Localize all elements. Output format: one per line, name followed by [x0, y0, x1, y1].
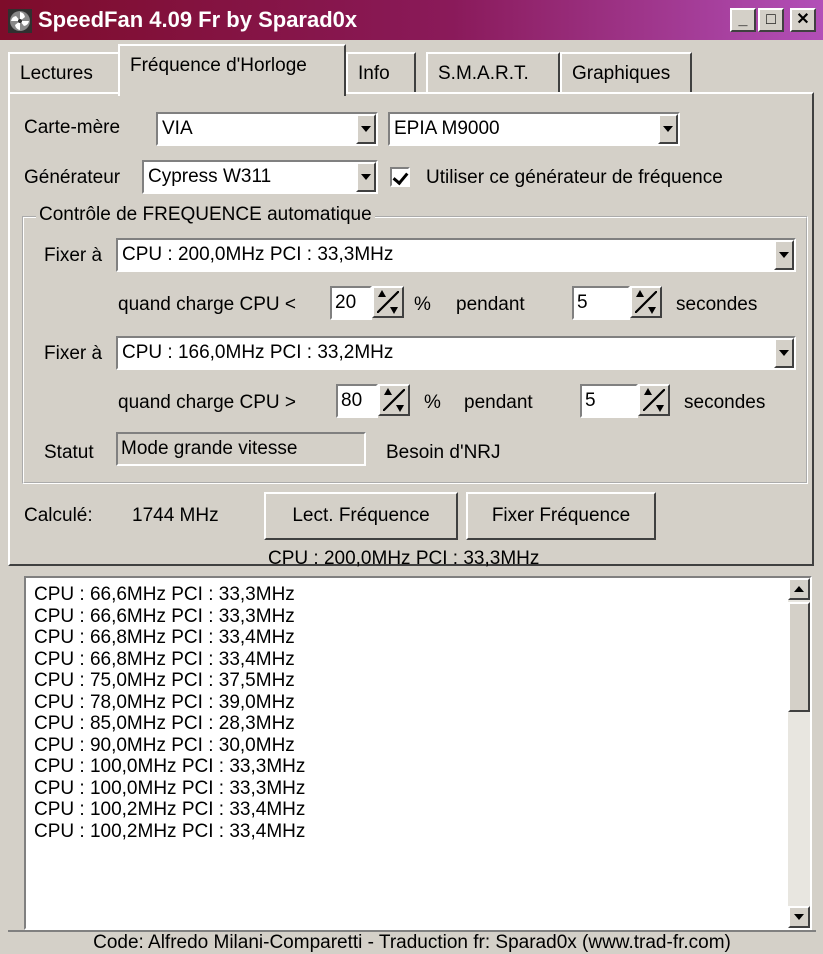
use-generator-checkbox[interactable] — [390, 167, 410, 187]
current-frequency: CPU : 200,0MHz PCI : 33,3MHz — [268, 548, 540, 569]
list-item[interactable]: CPU : 66,8MHz PCI : 33,4MHz — [34, 649, 784, 671]
chevron-down-icon[interactable] — [356, 162, 376, 192]
generator-value: Cypress W311 — [148, 166, 272, 187]
rule1-unit: secondes — [676, 294, 758, 315]
rule2-duration-value: 5 — [585, 390, 596, 411]
arrow-up-icon — [794, 586, 804, 592]
title-bar[interactable]: SpeedFan 4.09 Fr by Sparad0x _ □ ✕ — [0, 0, 823, 40]
generator-select[interactable]: Cypress W311 — [142, 160, 378, 194]
rule1-threshold-input[interactable]: 20 — [330, 286, 372, 320]
maximize-icon: □ — [766, 11, 776, 28]
scroll-up-button[interactable] — [788, 578, 810, 600]
status-field: Mode grande vitesse — [116, 432, 366, 466]
vertical-scrollbar[interactable] — [788, 578, 810, 928]
checkmark-icon — [392, 168, 409, 186]
list-item[interactable]: CPU : 66,6MHz PCI : 33,3MHz — [34, 606, 784, 628]
spin-arrows-icon[interactable] — [630, 286, 662, 318]
motherboard-vendor-value: VIA — [162, 118, 193, 139]
motherboard-model-select[interactable]: EPIA M9000 — [388, 112, 680, 146]
list-item[interactable]: CPU : 75,0MHz PCI : 37,5MHz — [34, 670, 784, 692]
generator-label: Générateur — [24, 167, 121, 188]
list-item[interactable]: CPU : 66,8MHz PCI : 33,4MHz — [34, 627, 784, 649]
list-item[interactable]: CPU : 78,0MHz PCI : 39,0MHz — [34, 692, 784, 714]
rule2-fix-label: Fixer à — [44, 343, 103, 364]
rule2-duration-input[interactable]: 5 — [580, 384, 638, 418]
list-item[interactable]: CPU : 85,0MHz PCI : 28,3MHz — [34, 713, 784, 735]
set-frequency-button[interactable]: Fixer Fréquence — [466, 492, 656, 540]
frequency-list-items: CPU : 66,6MHz PCI : 33,3MHz CPU : 66,6MHz… — [34, 584, 784, 842]
chevron-down-icon[interactable] — [356, 114, 376, 144]
arrow-down-icon — [794, 914, 804, 920]
status-bar: Code: Alfredo Milani-Comparetti - Traduc… — [8, 930, 816, 954]
frequency-list[interactable]: CPU : 66,6MHz PCI : 33,3MHz CPU : 66,6MHz… — [24, 576, 812, 930]
status-value: Mode grande vitesse — [121, 438, 298, 459]
tab-frequence-horloge[interactable]: Fréquence d'Horloge — [118, 44, 346, 96]
scroll-down-button[interactable] — [788, 906, 810, 928]
tab-graphiques[interactable]: Graphiques — [560, 52, 692, 94]
rule2-percent: % — [424, 392, 441, 413]
rule2-unit: secondes — [684, 392, 766, 413]
rule2-threshold-value: 80 — [341, 390, 363, 411]
close-button[interactable]: ✕ — [790, 8, 816, 32]
rule1-duration-value: 5 — [577, 292, 588, 313]
scroll-thumb[interactable] — [788, 602, 810, 712]
rule1-when-label: quand charge CPU < — [118, 294, 296, 315]
rule1-percent: % — [414, 294, 431, 315]
rule1-frequency-value: CPU : 200,0MHz PCI : 33,3MHz — [122, 244, 394, 265]
tab-lectures[interactable]: Lectures — [8, 52, 120, 94]
status-label: Statut — [44, 442, 94, 463]
list-item[interactable]: CPU : 100,0MHz PCI : 33,3MHz — [34, 778, 784, 800]
rule1-frequency-select[interactable]: CPU : 200,0MHz PCI : 33,3MHz — [116, 238, 796, 272]
chevron-down-icon[interactable] — [774, 240, 794, 270]
list-item[interactable]: CPU : 66,6MHz PCI : 33,3MHz — [34, 584, 784, 606]
chevron-down-icon[interactable] — [774, 338, 794, 368]
spin-arrows-icon[interactable] — [378, 384, 410, 416]
motherboard-label: Carte-mère — [24, 117, 121, 138]
rule1-threshold-value: 20 — [335, 292, 357, 313]
list-item[interactable]: CPU : 100,2MHz PCI : 33,4MHz — [34, 799, 784, 821]
minimize-button[interactable]: _ — [730, 8, 756, 32]
tab-smart[interactable]: S.M.A.R.T. — [426, 52, 560, 94]
rule2-when-label: quand charge CPU > — [118, 392, 296, 413]
window-title: SpeedFan 4.09 Fr by Sparad0x — [38, 7, 358, 32]
rule2-threshold-input[interactable]: 80 — [336, 384, 378, 418]
tab-info[interactable]: Info — [346, 52, 416, 94]
spin-arrows-icon[interactable] — [638, 384, 670, 416]
calculated-value: 1744 MHz — [132, 505, 219, 526]
rule2-frequency-value: CPU : 166,0MHz PCI : 33,2MHz — [122, 342, 394, 363]
read-frequency-button[interactable]: Lect. Fréquence — [264, 492, 458, 540]
spin-arrows-icon[interactable] — [372, 286, 404, 318]
auto-frequency-group-title: Contrôle de FREQUENCE automatique — [36, 202, 375, 228]
fan-icon[interactable] — [8, 9, 32, 33]
list-item[interactable]: CPU : 100,2MHz PCI : 33,4MHz — [34, 821, 784, 843]
use-generator-label[interactable]: Utiliser ce générateur de fréquence — [426, 165, 723, 191]
chevron-down-icon[interactable] — [658, 114, 678, 144]
rule1-during-label: pendant — [456, 294, 525, 315]
rule1-fix-label: Fixer à — [44, 245, 103, 266]
rule2-frequency-select[interactable]: CPU : 166,0MHz PCI : 33,2MHz — [116, 336, 796, 370]
motherboard-model-value: EPIA M9000 — [394, 118, 500, 139]
rule2-during-label: pendant — [464, 392, 533, 413]
status-extra: Besoin d'NRJ — [386, 442, 501, 463]
calculated-label: Calculé: — [24, 505, 93, 526]
list-item[interactable]: CPU : 90,0MHz PCI : 30,0MHz — [34, 735, 784, 757]
rule1-duration-input[interactable]: 5 — [572, 286, 630, 320]
motherboard-vendor-select[interactable]: VIA — [156, 112, 378, 146]
maximize-button[interactable]: □ — [758, 8, 784, 32]
close-icon: ✕ — [796, 11, 810, 28]
list-item[interactable]: CPU : 100,0MHz PCI : 33,3MHz — [34, 756, 784, 778]
